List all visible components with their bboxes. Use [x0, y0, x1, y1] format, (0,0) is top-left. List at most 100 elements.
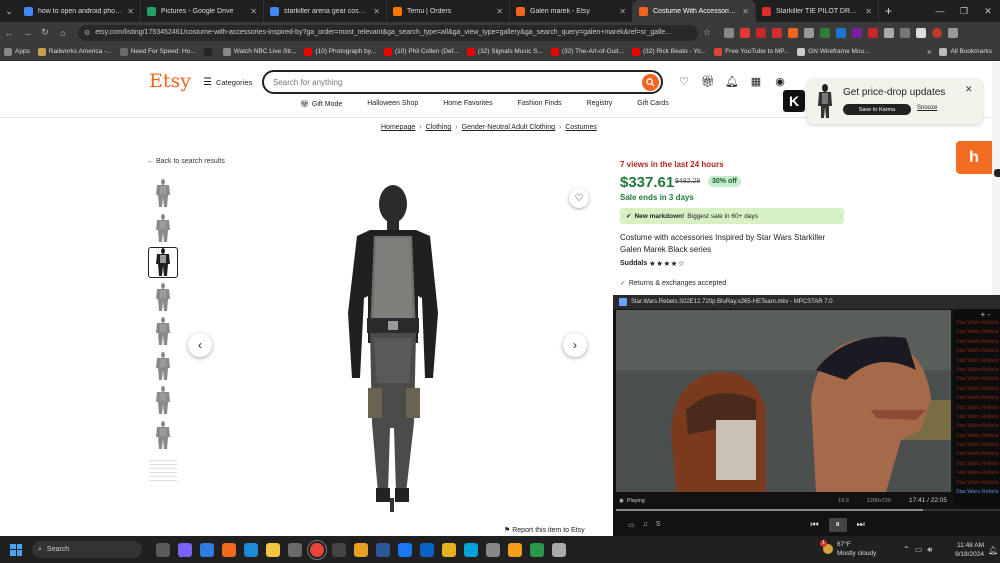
- reload-icon[interactable]: ↻: [36, 27, 54, 38]
- word-icon[interactable]: [376, 542, 390, 557]
- extensions-puzzle-icon[interactable]: [884, 27, 894, 38]
- restore-icon[interactable]: ❐: [952, 6, 976, 17]
- bookmark-item[interactable]: Railworks America -...: [37, 47, 112, 56]
- etsy-logo[interactable]: Etsy: [149, 70, 191, 92]
- task-view-icon[interactable]: [156, 542, 170, 557]
- playlist-item[interactable]: Star.Wars.Rebels: [954, 386, 1000, 395]
- address-bar[interactable]: ⚙ etsy.com/listing/1753452461/costume-wi…: [78, 24, 698, 41]
- app-icon[interactable]: [530, 542, 544, 557]
- chrome-icon[interactable]: [307, 539, 327, 560]
- playlist-item[interactable]: Star.Wars.Rebels: [954, 451, 1000, 460]
- account-icon[interactable]: ◉: [773, 74, 787, 88]
- snooze-link[interactable]: Snooze: [917, 105, 937, 111]
- extension-icon[interactable]: [740, 27, 750, 38]
- favorites-heart-icon[interactable]: ♡: [677, 74, 691, 88]
- app-icon[interactable]: [464, 542, 478, 557]
- bookmark-item[interactable]: (32) Rick Beato - Yo...: [631, 47, 706, 56]
- new-tab-button[interactable]: +: [879, 4, 898, 18]
- browser-tab[interactable]: Starkiller TIE PILOT DRESS - Sta ✕: [756, 0, 879, 22]
- chevron-up-icon[interactable]: ⌃: [903, 545, 910, 555]
- browser-tab[interactable]: Pictures - Google Drive ✕: [141, 0, 264, 22]
- clock[interactable]: 11:48 AM 9/18/2024: [948, 541, 984, 559]
- save-to-karma-button[interactable]: Save to Karma: [843, 104, 911, 115]
- close-tab-icon[interactable]: ✕: [619, 7, 626, 16]
- bookmark-item[interactable]: GN Wireframe Mou...: [797, 47, 870, 56]
- close-tab-icon[interactable]: ✕: [373, 7, 380, 16]
- bookmark-item[interactable]: (32) Signals Music S...: [466, 47, 543, 56]
- close-tab-icon[interactable]: ✕: [865, 7, 872, 16]
- notification-bell-icon[interactable]: 🔔︎: [988, 546, 998, 555]
- bookmark-item[interactable]: Apps: [4, 47, 30, 56]
- edge-handle[interactable]: [994, 169, 1000, 177]
- close-tab-icon[interactable]: ✕: [250, 7, 257, 16]
- home-icon[interactable]: ⌂: [54, 28, 72, 38]
- edge-icon[interactable]: [244, 542, 258, 557]
- shop-manager-icon[interactable]: ▦: [749, 74, 763, 88]
- playlist-item[interactable]: Star.Wars.Rebels: [954, 358, 1000, 367]
- breadcrumb-costumes[interactable]: Costumes: [565, 124, 597, 131]
- extension-icon[interactable]: [820, 27, 830, 38]
- aspect-ratio[interactable]: 16:9: [838, 498, 849, 504]
- favorite-button[interactable]: ♡: [569, 188, 589, 208]
- close-tab-icon[interactable]: ✕: [127, 7, 134, 16]
- back-to-search-link[interactable]: ← Back to search results: [147, 158, 225, 165]
- download-icon[interactable]: [900, 27, 910, 38]
- bookmark-item[interactable]: Free YouTube to MP...: [714, 47, 789, 56]
- extension-icon[interactable]: [804, 27, 814, 38]
- playlist-item[interactable]: Star.Wars.Rebels: [954, 367, 1000, 376]
- weather-widget[interactable]: 1 67°F Mostly cloudy: [820, 540, 876, 558]
- playlist-item[interactable]: Star.Wars.Rebels: [954, 348, 1000, 357]
- karma-extension-icon[interactable]: K: [783, 90, 805, 112]
- honey-extension-button[interactable]: h: [956, 141, 992, 174]
- browser-tab[interactable]: starkiller arena gear cosplay - G✕: [264, 0, 387, 22]
- facebook-icon[interactable]: [398, 542, 412, 557]
- back-icon[interactable]: ←: [0, 28, 18, 38]
- pause-button[interactable]: ⏸: [828, 517, 847, 532]
- copilot-icon[interactable]: [178, 542, 192, 557]
- bookmark-item[interactable]: (10) Phil Collen (Def...: [383, 47, 459, 56]
- app-icon[interactable]: [442, 542, 456, 557]
- bookmarks-overflow-icon[interactable]: »: [927, 47, 931, 56]
- app-icon[interactable]: [486, 542, 500, 557]
- windows-start-icon[interactable]: [10, 543, 22, 556]
- playlist-item[interactable]: Star.Wars.Rebels: [954, 320, 1000, 329]
- browser-tab[interactable]: how to open android photo ga ✕: [18, 0, 141, 22]
- volume-icon[interactable]: 🔊︎: [927, 545, 932, 555]
- extension-icon[interactable]: [836, 27, 846, 38]
- product-thumbnail[interactable]: [148, 213, 178, 244]
- next-image-button[interactable]: ›: [563, 333, 587, 357]
- shop-name[interactable]: Suddals: [620, 260, 647, 267]
- app-icon[interactable]: [332, 542, 346, 557]
- video-frame[interactable]: [616, 310, 951, 492]
- breadcrumb-clothing[interactable]: Clothing: [426, 124, 452, 131]
- bookmark-star-icon[interactable]: ☆: [698, 27, 716, 38]
- previous-image-button[interactable]: ‹: [188, 333, 212, 357]
- bookmark-item[interactable]: (32) The-Art-of-Guit...: [550, 47, 624, 56]
- tab-search-icon[interactable]: ⌄: [0, 0, 18, 22]
- previous-track-icon[interactable]: ⏮: [811, 519, 819, 530]
- extension-icon[interactable]: [756, 27, 766, 38]
- outlook-icon[interactable]: [420, 542, 434, 557]
- product-thumbnail[interactable]: [148, 282, 178, 313]
- breadcrumb-homepage[interactable]: Homepage: [381, 124, 415, 131]
- music-icon[interactable]: ♫: [643, 521, 648, 529]
- playlist-item[interactable]: Star.Wars.Rebels: [954, 376, 1000, 385]
- product-thumbnail[interactable]: [148, 247, 178, 278]
- subnav-fashion-finds[interactable]: Fashion Finds: [518, 100, 562, 108]
- notifications-bell-icon[interactable]: 🔔︎: [725, 74, 739, 88]
- all-bookmarks[interactable]: All Bookmarks: [939, 47, 992, 56]
- close-tab-icon[interactable]: ✕: [742, 7, 749, 16]
- profile-avatar[interactable]: [932, 27, 942, 38]
- site-info-icon[interactable]: ⚙: [84, 29, 90, 37]
- playlist-item[interactable]: Star.Wars.Rebels: [954, 433, 1000, 442]
- subtitle-icon[interactable]: S: [656, 521, 661, 529]
- playlist-item[interactable]: Star.Wars.Rebels: [954, 329, 1000, 338]
- playlist-item[interactable]: Star.Wars.Rebels: [954, 489, 1000, 498]
- player-title-bar[interactable]: Star.Wars.Rebels.S02E12.720p.BluRay.x265…: [613, 295, 1000, 309]
- file-explorer-icon[interactable]: [266, 542, 280, 557]
- extension-icon[interactable]: [788, 27, 798, 38]
- app-icon[interactable]: [508, 542, 522, 557]
- browser-tab[interactable]: Galen marek - Etsy ✕: [510, 0, 633, 22]
- categories-button[interactable]: ☰ Categories: [203, 77, 252, 88]
- app-icon[interactable]: [354, 542, 368, 557]
